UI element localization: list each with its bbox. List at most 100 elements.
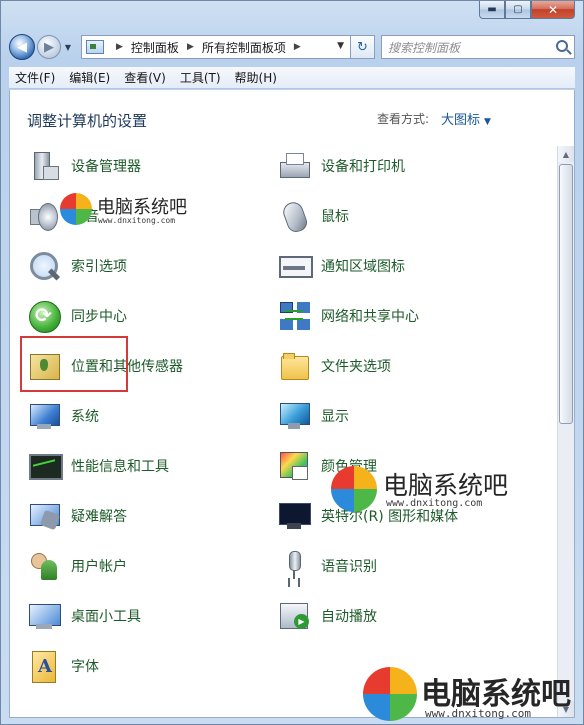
refresh-button[interactable]: ↻	[351, 35, 375, 59]
scrollbar-thumb[interactable]	[559, 164, 573, 424]
close-button[interactable]: ✕	[531, 1, 575, 19]
search-input[interactable]: 搜索控制面板	[381, 35, 575, 59]
breadcrumb-all-items[interactable]: 所有控制面板项	[202, 39, 286, 56]
control-panel-item[interactable]: 显示	[278, 396, 349, 436]
troubleshooting-icon	[28, 500, 60, 532]
watermark-mark	[60, 193, 92, 225]
control-panel-icon	[86, 40, 104, 54]
control-panel-item[interactable]: 设备和打印机	[278, 146, 405, 186]
minimize-icon: ▬	[487, 4, 497, 15]
control-panel-item[interactable]: 字体	[28, 646, 99, 686]
control-panel-item[interactable]: 系统	[28, 396, 99, 436]
control-panel-item-label: 设备管理器	[71, 159, 141, 175]
control-panel-item[interactable]: 索引选项	[28, 246, 127, 286]
view-by-value: 大图标	[441, 113, 481, 128]
menu-edit[interactable]: 编辑(E)	[63, 69, 118, 86]
maximize-button[interactable]: ▢	[505, 1, 531, 19]
breadcrumb-separator-icon[interactable]: ▶	[294, 42, 301, 52]
control-panel-item[interactable]: 疑难解答	[28, 496, 127, 536]
breadcrumb-control-panel[interactable]: 控制面板	[131, 39, 179, 56]
control-panel-item[interactable]: 桌面小工具	[28, 596, 141, 636]
control-panel-item-label: 鼠标	[321, 209, 349, 225]
navigation-bar: ◀ ▶ ▼ ▶ 控制面板 ▶ 所有控制面板项 ▶ ▼ ↻ 搜索控制面板	[9, 31, 575, 63]
control-panel-item[interactable]: 自动播放	[278, 596, 377, 636]
menu-view[interactable]: 查看(V)	[118, 69, 174, 86]
menu-tools[interactable]: 工具(T)	[174, 69, 229, 86]
control-panel-item-label: 桌面小工具	[71, 609, 141, 625]
watermark-logo-small: 电脑系统吧 www.dnxitong.com	[60, 191, 210, 231]
sync-center-icon	[28, 300, 61, 333]
control-panel-item-label: 性能信息和工具	[71, 459, 169, 475]
watermark-url: www.dnxitong.com	[425, 707, 531, 720]
control-panel-item-label: 自动播放	[321, 609, 377, 625]
speaker-icon	[28, 200, 60, 232]
control-panel-item[interactable]: 鼠标	[278, 196, 349, 236]
control-panel-item-label: 字体	[71, 659, 99, 675]
menu-file[interactable]: 文件(F)	[9, 69, 63, 86]
watermark-logo-large: 电脑系统吧 www.dnxitong.com	[363, 667, 583, 725]
control-panel-item-label: 用户帐户	[71, 559, 127, 575]
recent-pages-dropdown[interactable]: ▼	[61, 43, 75, 52]
scroll-up-button[interactable]: ▲	[558, 146, 574, 162]
device-manager-icon	[28, 150, 60, 182]
chevron-down-icon: ▼	[64, 42, 72, 52]
notification-area-icon	[278, 250, 313, 282]
folder-options-icon	[278, 350, 310, 382]
scroll-up-icon: ▲	[562, 149, 570, 159]
watermark-title: 电脑系统吧	[383, 471, 509, 500]
watermark-logo-medium: 电脑系统吧 www.dnxitong.com	[331, 466, 531, 516]
close-icon: ✕	[547, 2, 559, 17]
control-panel-item-label: 索引选项	[71, 259, 127, 275]
control-panel-item-label: 疑难解答	[71, 509, 127, 525]
network-sharing-icon	[278, 300, 310, 332]
address-bar[interactable]: ▶ 控制面板 ▶ 所有控制面板项 ▶ ▼	[81, 35, 351, 59]
control-panel-items: 设备管理器声音索引选项同步中心位置和其他传感器系统性能信息和工具疑难解答用户帐户…	[10, 146, 556, 717]
forward-arrow-icon: ▶	[44, 39, 54, 55]
control-panel-item[interactable]: 性能信息和工具	[28, 446, 169, 486]
control-panel-item[interactable]: 语音识别	[278, 546, 377, 586]
system-monitor-icon	[28, 400, 60, 432]
window-caption-buttons: ▬ ▢ ✕	[479, 1, 575, 19]
watermark-url: www.dnxitong.com	[98, 216, 176, 225]
control-panel-item-label: 通知区域图标	[321, 259, 405, 275]
intel-graphics-icon	[278, 500, 311, 532]
control-panel-item-label: 网络和共享中心	[321, 309, 419, 325]
search-icon[interactable]	[556, 40, 568, 52]
minimize-button[interactable]: ▬	[479, 1, 505, 19]
watermark-url: www.dnxitong.com	[386, 498, 483, 509]
search-placeholder: 搜索控制面板	[388, 40, 461, 55]
view-by-label: 查看方式:	[377, 112, 430, 126]
breadcrumb-separator-icon[interactable]: ▶	[187, 42, 194, 52]
forward-button[interactable]: ▶	[37, 35, 61, 59]
display-monitor-icon	[278, 400, 310, 432]
control-panel-item[interactable]: 设备管理器	[28, 146, 141, 186]
desktop-gadgets-icon	[28, 600, 61, 632]
control-panel-item[interactable]: 同步中心	[28, 296, 127, 336]
breadcrumb-separator-icon[interactable]: ▶	[116, 42, 123, 52]
control-panel-item-label: 设备和打印机	[321, 159, 405, 175]
microphone-icon	[278, 550, 310, 582]
watermark-mark	[331, 466, 377, 512]
address-dropdown-icon[interactable]: ▼	[337, 41, 344, 51]
vertical-scrollbar[interactable]: ▲ ▼	[557, 146, 574, 717]
user-accounts-icon	[28, 550, 60, 582]
view-by-dropdown[interactable]: 大图标 ▼	[441, 109, 491, 128]
menu-help[interactable]: 帮助(H)	[229, 69, 285, 86]
refresh-icon: ↻	[357, 39, 368, 55]
chevron-down-icon: ▼	[484, 117, 491, 127]
control-panel-item-label: 文件夹选项	[321, 359, 391, 375]
printer-icon	[278, 150, 310, 182]
highlight-box	[20, 336, 128, 392]
control-panel-item[interactable]: 通知区域图标	[278, 246, 405, 286]
back-button[interactable]: ◀	[9, 34, 35, 60]
control-panel-item[interactable]: 用户帐户	[28, 546, 127, 586]
watermark-mark	[363, 667, 417, 721]
autoplay-icon	[278, 600, 310, 632]
control-panel-item[interactable]: 文件夹选项	[278, 346, 391, 386]
color-management-icon	[278, 450, 310, 482]
control-panel-item-label: 语音识别	[321, 559, 377, 575]
indexing-magnifier-icon	[28, 250, 60, 282]
control-panel-window: ▬ ▢ ✕ ◀ ▶ ▼ ▶ 控制面板 ▶ 所有控制面板项 ▶ ▼ ↻ 搜索控制面…	[0, 0, 584, 725]
control-panel-item[interactable]: 网络和共享中心	[278, 296, 419, 336]
menu-bar: 文件(F) 编辑(E) 查看(V) 工具(T) 帮助(H)	[9, 67, 575, 89]
